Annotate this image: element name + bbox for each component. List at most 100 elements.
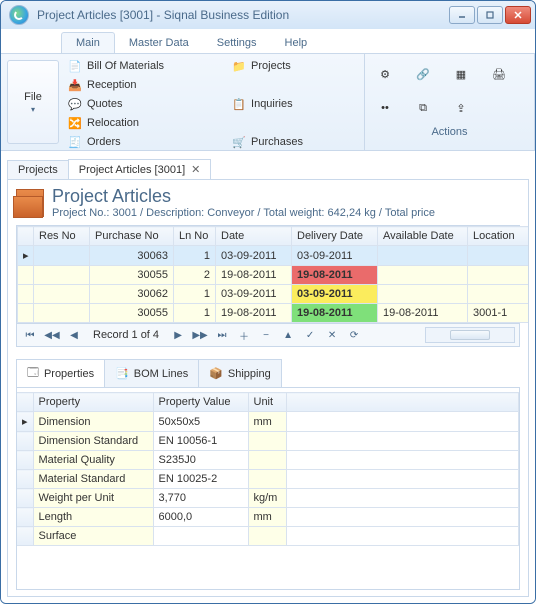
- table-row[interactable]: 30055219-08-201119-08-2011: [18, 266, 530, 285]
- table-row[interactable]: Dimension StandardEN 10056-1: [17, 432, 519, 451]
- action-btn-7[interactable]: ⇪: [449, 96, 473, 120]
- row-marker[interactable]: [17, 489, 33, 508]
- maximize-button[interactable]: [477, 6, 503, 24]
- cell-property-value[interactable]: [153, 527, 248, 546]
- nav-cancel[interactable]: ✕: [323, 327, 341, 343]
- module-quotes[interactable]: 💬Quotes: [67, 96, 217, 112]
- cell-property[interactable]: Weight per Unit: [33, 489, 153, 508]
- cell-available-date[interactable]: [378, 266, 468, 285]
- cell-delivery-date[interactable]: 03-09-2011: [292, 285, 378, 304]
- cell-ln-no[interactable]: 1: [174, 246, 216, 266]
- nav-prev-page[interactable]: ◀◀: [43, 327, 61, 343]
- cell-property-value[interactable]: 50x50x5: [153, 412, 248, 432]
- row-marker[interactable]: [17, 470, 33, 489]
- cell-unit[interactable]: [248, 432, 286, 451]
- ribbon-tab-help[interactable]: Help: [271, 33, 322, 53]
- action-btn-2[interactable]: 🔗: [411, 62, 435, 86]
- cell-delivery-date[interactable]: 03-09-2011: [292, 246, 378, 266]
- module-relocation[interactable]: 🔀Relocation: [67, 115, 217, 131]
- col-delivery-date[interactable]: Delivery Date: [292, 227, 378, 246]
- cell-location[interactable]: [468, 266, 530, 285]
- cell-ln-no[interactable]: 1: [174, 304, 216, 323]
- row-marker[interactable]: ▸: [18, 246, 34, 266]
- nav-prev[interactable]: ◀: [65, 327, 83, 343]
- action-btn-6[interactable]: ⧉: [411, 96, 435, 120]
- table-row[interactable]: Material StandardEN 10025-2: [17, 470, 519, 489]
- cell-property-value[interactable]: S235J0: [153, 451, 248, 470]
- module-inquiries[interactable]: 📋Inquiries: [231, 96, 356, 112]
- cell-date[interactable]: 19-08-2011: [216, 304, 292, 323]
- cell-res-no[interactable]: [34, 266, 90, 285]
- cell-res-no[interactable]: [34, 304, 90, 323]
- cell-res-no[interactable]: [34, 246, 90, 266]
- col-property[interactable]: Property: [33, 393, 153, 412]
- col-date[interactable]: Date: [216, 227, 292, 246]
- col-available-date[interactable]: Available Date: [378, 227, 468, 246]
- cell-available-date[interactable]: 19-08-2011: [378, 304, 468, 323]
- close-button[interactable]: [505, 6, 531, 24]
- cell-property[interactable]: Length: [33, 508, 153, 527]
- properties-grid[interactable]: Property Property Value Unit ▸Dimension5…: [17, 392, 519, 546]
- cell-unit[interactable]: mm: [248, 508, 286, 527]
- row-marker[interactable]: [17, 451, 33, 470]
- nav-add[interactable]: ＋: [235, 327, 253, 343]
- cell-date[interactable]: 03-09-2011: [216, 246, 292, 266]
- cell-purchase-no[interactable]: 30055: [90, 304, 174, 323]
- cell-property[interactable]: Dimension: [33, 412, 153, 432]
- row-marker[interactable]: ▸: [17, 412, 33, 432]
- row-marker[interactable]: [17, 527, 33, 546]
- cell-purchase-no[interactable]: 30062: [90, 285, 174, 304]
- cell-property[interactable]: Dimension Standard: [33, 432, 153, 451]
- cell-unit[interactable]: [248, 470, 286, 489]
- cell-delivery-date[interactable]: 19-08-2011: [292, 266, 378, 285]
- nav-commit[interactable]: ✓: [301, 327, 319, 343]
- table-row[interactable]: ▸Dimension50x50x5mm: [17, 412, 519, 432]
- h-scrollbar[interactable]: [425, 327, 515, 343]
- table-row[interactable]: Length6000,0mm: [17, 508, 519, 527]
- nav-next[interactable]: ▶: [169, 327, 187, 343]
- module-projects[interactable]: 📁Projects: [231, 58, 356, 74]
- cell-unit[interactable]: [248, 451, 286, 470]
- table-row[interactable]: ▸30063103-09-201103-09-2011: [18, 246, 530, 266]
- col-property-value[interactable]: Property Value: [153, 393, 248, 412]
- nav-first[interactable]: ⏮: [21, 327, 39, 343]
- cell-ln-no[interactable]: 2: [174, 266, 216, 285]
- cell-date[interactable]: 19-08-2011: [216, 266, 292, 285]
- ribbon-tab-master-data[interactable]: Master Data: [115, 33, 203, 53]
- action-btn-1[interactable]: ⚙: [373, 62, 397, 86]
- cell-available-date[interactable]: [378, 246, 468, 266]
- nav-edit[interactable]: ▲: [279, 327, 297, 343]
- action-btn-3[interactable]: ▦: [449, 62, 473, 86]
- module-purchases[interactable]: 🛒Purchases: [231, 134, 356, 150]
- col-purchase-no[interactable]: Purchase No: [90, 227, 174, 246]
- cell-unit[interactable]: [248, 527, 286, 546]
- row-selector-header[interactable]: [18, 227, 34, 246]
- cell-unit[interactable]: kg/m: [248, 489, 286, 508]
- col-location[interactable]: Location: [468, 227, 530, 246]
- cell-available-date[interactable]: [378, 285, 468, 304]
- cell-date[interactable]: 03-09-2011: [216, 285, 292, 304]
- cell-location[interactable]: [468, 285, 530, 304]
- cell-unit[interactable]: mm: [248, 412, 286, 432]
- nav-refresh[interactable]: ⟳: [345, 327, 363, 343]
- close-tab-icon[interactable]: ✕: [191, 163, 200, 176]
- detail-tab-shipping[interactable]: 📦Shipping: [198, 359, 282, 387]
- row-marker[interactable]: [18, 304, 34, 323]
- nav-next-page[interactable]: ▶▶: [191, 327, 209, 343]
- cell-location[interactable]: [468, 246, 530, 266]
- scroll-thumb[interactable]: [450, 330, 490, 340]
- minimize-button[interactable]: [449, 6, 475, 24]
- cell-property-value[interactable]: EN 10025-2: [153, 470, 248, 489]
- row-marker[interactable]: [18, 266, 34, 285]
- ribbon-tab-settings[interactable]: Settings: [203, 33, 271, 53]
- cell-purchase-no[interactable]: 30063: [90, 246, 174, 266]
- detail-tab-properties[interactable]: 🗔Properties: [16, 359, 105, 387]
- cell-delivery-date[interactable]: 19-08-2011: [292, 304, 378, 323]
- table-row[interactable]: Weight per Unit3,770kg/m: [17, 489, 519, 508]
- doc-tab-project-articles[interactable]: Project Articles [3001] ✕: [68, 159, 212, 179]
- cell-ln-no[interactable]: 1: [174, 285, 216, 304]
- row-marker[interactable]: [18, 285, 34, 304]
- detail-tab-bom-lines[interactable]: 📑BOM Lines: [104, 359, 199, 387]
- row-marker[interactable]: [17, 432, 33, 451]
- doc-tab-projects[interactable]: Projects: [7, 160, 69, 179]
